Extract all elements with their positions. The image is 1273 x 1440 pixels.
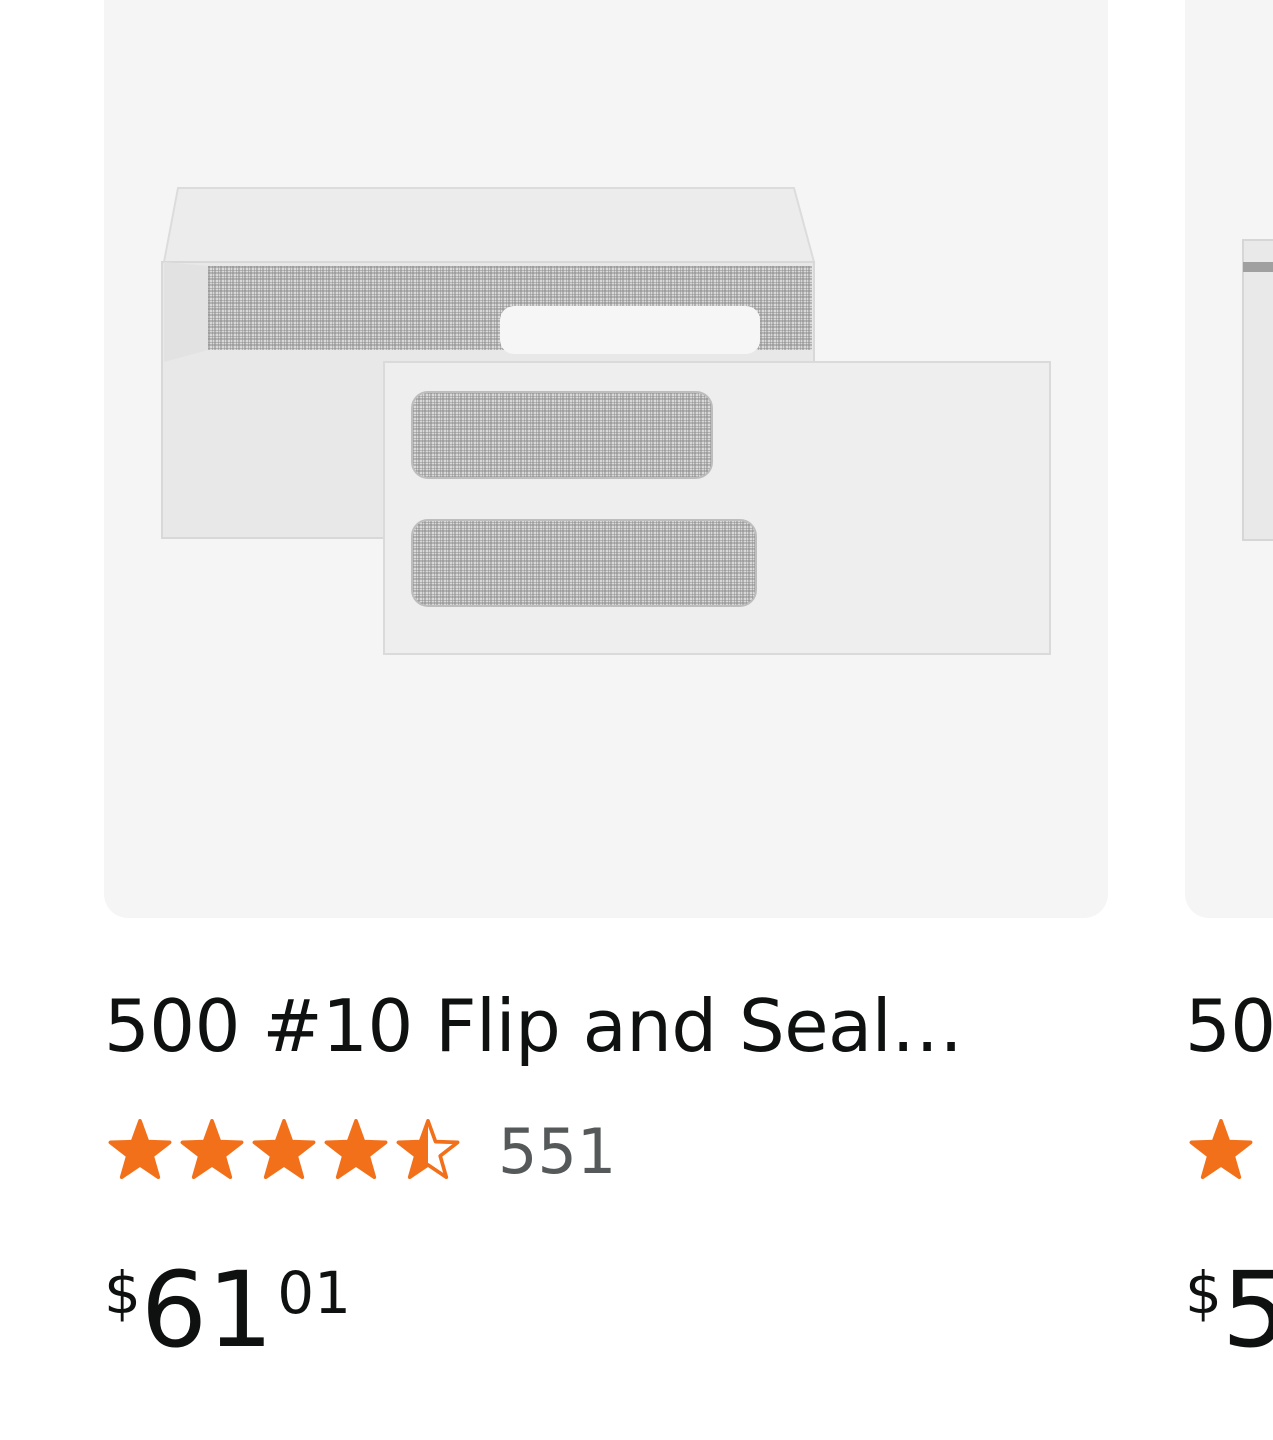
- double-window-envelope-image: [161, 187, 1051, 655]
- price-fraction: 01: [277, 1259, 352, 1327]
- star-half-icon: [396, 1119, 460, 1180]
- star-full-icon: [324, 1119, 388, 1180]
- price: $ 61 01: [104, 1250, 351, 1370]
- star-full-icon: [180, 1119, 244, 1180]
- product-image-container[interactable]: [1185, 0, 1273, 918]
- product-image-container[interactable]: [104, 0, 1108, 918]
- product-card[interactable]: 500 #10 Flip and Seal… 551 $ 61 01: [104, 0, 1108, 1370]
- star-full-icon: [108, 1119, 172, 1180]
- price-symbol: $: [104, 1259, 141, 1327]
- price-whole: 5: [1221, 1249, 1273, 1371]
- review-count[interactable]: 551: [498, 1116, 616, 1188]
- price-symbol: $: [1185, 1259, 1222, 1327]
- envelope-image: [1242, 239, 1273, 541]
- rating-row[interactable]: 551: [104, 1116, 616, 1188]
- product-title[interactable]: 50: [1185, 984, 1273, 1068]
- star-rating[interactable]: [104, 1119, 464, 1185]
- product-card-next[interactable]: 50 $ 5: [1185, 0, 1273, 1370]
- product-carousel: 500 #10 Flip and Seal… 551 $ 61 01 50 $ …: [0, 0, 1273, 1440]
- product-title[interactable]: 500 #10 Flip and Seal…: [104, 984, 963, 1068]
- star-full-icon: [1189, 1119, 1253, 1180]
- rating-row[interactable]: [1185, 1116, 1257, 1188]
- star-full-icon: [252, 1119, 316, 1180]
- star-rating[interactable]: [1185, 1119, 1257, 1185]
- price-whole: 61: [140, 1249, 274, 1371]
- price: $ 5: [1185, 1250, 1273, 1370]
